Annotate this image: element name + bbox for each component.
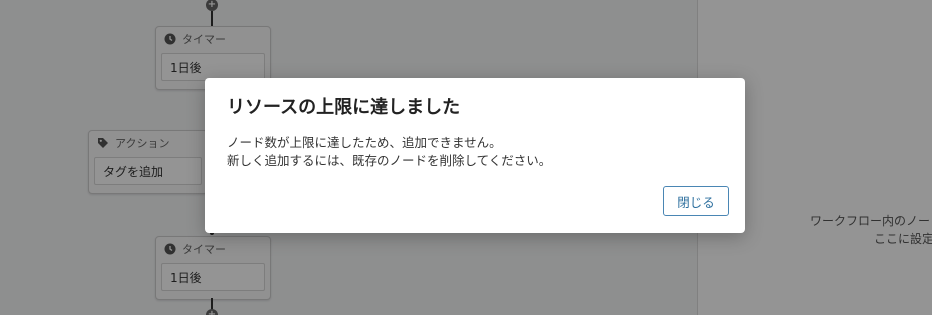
dialog-message-line2: 新しく追加するには、既存のノードを削除してください。 <box>227 153 552 168</box>
dialog-title: リソースの上限に達しました <box>227 97 461 118</box>
close-button[interactable]: 閉じる <box>663 186 729 216</box>
limit-reached-dialog: リソースの上限に達しました ノード数が上限に達したため、追加できません。 新しく… <box>205 78 745 233</box>
dialog-message: ノード数が上限に達したため、追加できません。 新しく追加するには、既存のノードを… <box>227 134 551 170</box>
dialog-message-line1: ノード数が上限に達したため、追加できません。 <box>227 135 502 150</box>
